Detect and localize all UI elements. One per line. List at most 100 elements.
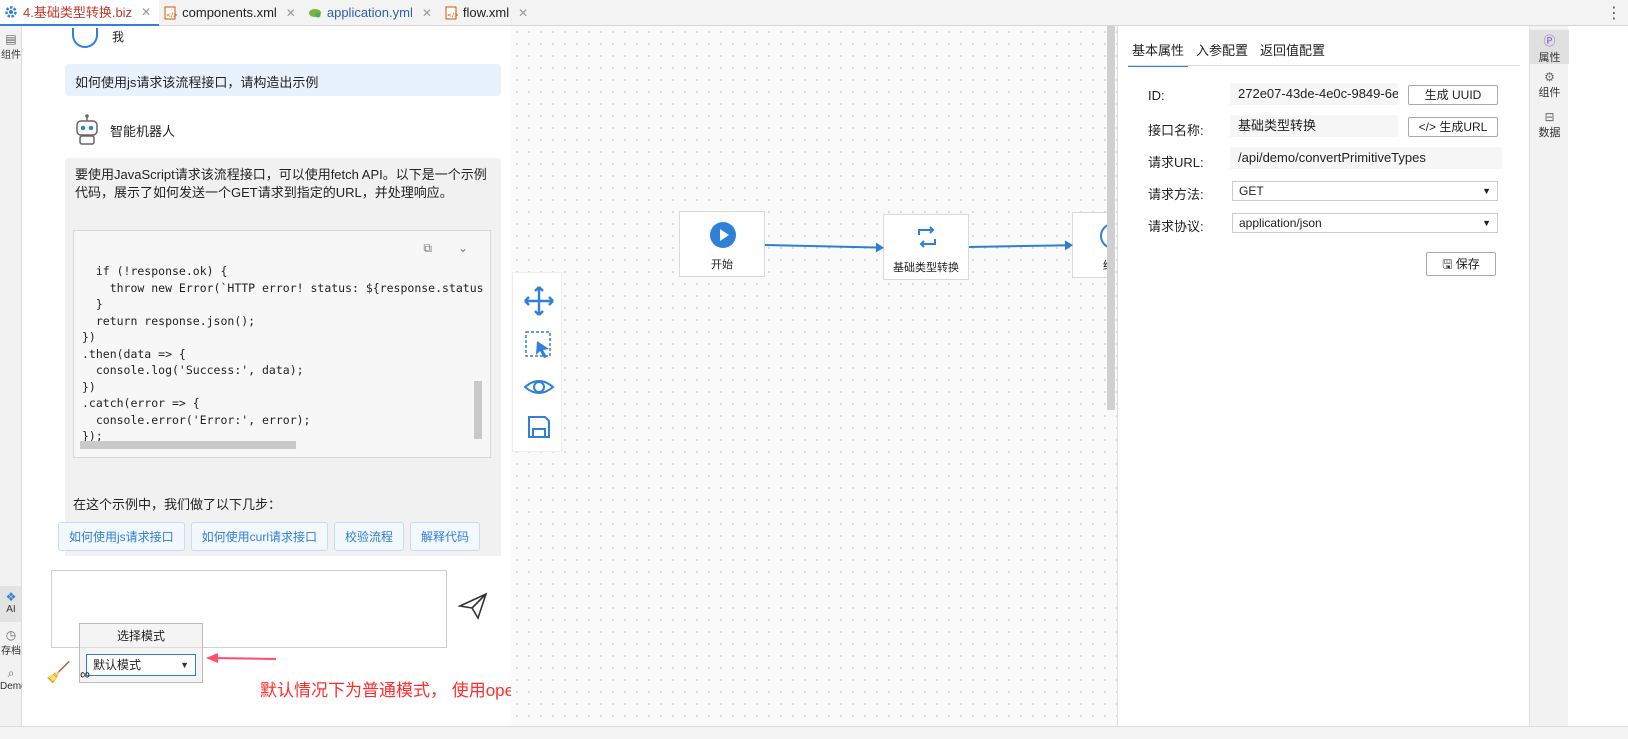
clear-chat-icon[interactable]: 🧹 bbox=[46, 660, 71, 685]
xml-file-icon: </> bbox=[163, 6, 178, 20]
bot-header: 智能机器人 bbox=[72, 114, 175, 146]
close-icon[interactable]: ✕ bbox=[286, 6, 296, 20]
components-icon: ⚙ bbox=[1544, 70, 1555, 84]
chevron-down-icon[interactable]: ⌄ bbox=[458, 239, 468, 257]
node-label: 基础类型转换 bbox=[893, 262, 959, 274]
sidebar-item-label: 组件 bbox=[1538, 87, 1561, 99]
close-icon[interactable]: ✕ bbox=[141, 5, 151, 19]
generate-url-label: 生成URL bbox=[1439, 120, 1488, 134]
ai-chat-panel: 我 如何使用js请求该流程接口，请构造出示例 智能机器人 要使用JavaScri… bbox=[22, 26, 530, 726]
flow-node-start[interactable]: 开始 bbox=[679, 211, 765, 277]
send-icon[interactable] bbox=[457, 592, 488, 627]
eye-icon[interactable] bbox=[523, 371, 555, 403]
tab-flow-xml[interactable]: </> flow.xml ✕ bbox=[440, 0, 536, 26]
sidebar-item-label: AI bbox=[6, 604, 16, 615]
close-icon[interactable]: ✕ bbox=[518, 6, 528, 20]
mode-select-value: 默认模式 bbox=[93, 658, 142, 672]
suggestion-validate[interactable]: 校验流程 bbox=[334, 522, 405, 551]
canvas-toolbar bbox=[512, 272, 562, 452]
sidebar-item-ai[interactable]: ❖ AI bbox=[0, 586, 22, 622]
svg-text:</>: </> bbox=[166, 12, 177, 19]
yml-file-icon bbox=[308, 6, 322, 20]
close-icon[interactable]: ✕ bbox=[422, 6, 432, 20]
tab-input-config[interactable]: 入参配置 bbox=[1192, 40, 1252, 67]
protocol-value: application/json bbox=[1239, 216, 1322, 230]
generate-uuid-button[interactable]: 生成 UUID bbox=[1408, 85, 1498, 105]
id-field[interactable]: 272e07-43de-4e0c-9849-6e bbox=[1230, 83, 1398, 105]
canvas-scrollbar[interactable] bbox=[1107, 26, 1115, 410]
method-select[interactable]: GET ▼ bbox=[1232, 181, 1498, 201]
tab-label: 4.基础类型转换.biz bbox=[23, 5, 133, 20]
save-button[interactable]: 🖫 保存 bbox=[1426, 252, 1496, 276]
more-options-icon[interactable]: ⋮ bbox=[1606, 3, 1622, 23]
method-value: GET bbox=[1239, 184, 1264, 198]
code-vertical-scrollbar[interactable] bbox=[474, 381, 482, 439]
url-label: 请求URL: bbox=[1148, 155, 1204, 170]
sidebar-item-demo[interactable]: ⌕ Demo bbox=[0, 666, 27, 692]
editor-tabbar: 4.基础类型转换.biz ✕ </> components.xml ✕ appl… bbox=[0, 0, 1628, 26]
protocol-label: 请求协议: bbox=[1148, 219, 1204, 234]
right-sidebar: Ⓟ 属性 ⚙ 组件 ⊟ 数据 bbox=[1529, 26, 1569, 726]
sidebar-item-data[interactable]: ⊟ 数据 bbox=[1530, 110, 1569, 140]
mode-popup-title: 选择模式 bbox=[80, 624, 202, 648]
suggestion-explain[interactable]: 解释代码 bbox=[410, 522, 481, 551]
user-avatar-icon bbox=[72, 28, 98, 48]
flow-node-end[interactable]: 结 bbox=[1072, 212, 1112, 278]
tab-label: components.xml bbox=[182, 5, 277, 20]
select-area-icon[interactable] bbox=[523, 329, 555, 361]
protocol-select[interactable]: application/json ▼ bbox=[1232, 213, 1498, 233]
method-label: 请求方法: bbox=[1148, 187, 1204, 202]
tab-basic[interactable]: 基本属性 bbox=[1128, 40, 1189, 67]
floppy-icon: 🖫 bbox=[1442, 257, 1453, 271]
code-text: if (!response.ok) { throw new Error(`HTT… bbox=[82, 264, 484, 443]
tab-biz[interactable]: 4.基础类型转换.biz ✕ bbox=[0, 0, 160, 26]
flow-node-convert[interactable]: 基础类型转换 bbox=[883, 214, 969, 280]
code-horizontal-scrollbar[interactable] bbox=[80, 441, 296, 449]
move-icon[interactable] bbox=[523, 285, 555, 317]
xml-file-icon: </> bbox=[444, 6, 459, 20]
bot-answer: 要使用JavaScript请求该流程接口，可以使用fetch API。以下是一个… bbox=[65, 158, 501, 556]
tab-components-xml[interactable]: </> components.xml ✕ bbox=[159, 0, 304, 26]
answer-tail: 在这个示例中，我们做了以下几步： bbox=[73, 497, 282, 512]
sidebar-item-label: 组件 bbox=[1, 50, 21, 61]
properties-tabs: 基本属性 入参配置 返回值配置 bbox=[1128, 40, 1329, 67]
code-block: ⧉ ⌄ if (!response.ok) { throw new Error(… bbox=[73, 230, 491, 458]
sidebar-item-label: 数据 bbox=[1538, 127, 1561, 139]
svg-text:</>: </> bbox=[447, 12, 458, 19]
flow-canvas[interactable] bbox=[511, 26, 1117, 726]
sidebar-item-components[interactable]: ⚙ 组件 bbox=[1530, 70, 1569, 100]
node-label: 开始 bbox=[711, 259, 733, 271]
answer-intro: 要使用JavaScript请求该流程接口，可以使用fetch API。以下是一个… bbox=[75, 167, 487, 200]
data-icon: ⊟ bbox=[1544, 110, 1555, 124]
name-label: 接口名称: bbox=[1148, 123, 1204, 138]
tab-return-config[interactable]: 返回值配置 bbox=[1256, 40, 1329, 67]
tab-label: application.yml bbox=[326, 5, 413, 20]
robot-icon bbox=[72, 114, 102, 146]
play-icon bbox=[710, 222, 736, 248]
sidebar-item-components[interactable]: ▤ 组件 bbox=[0, 32, 22, 61]
tab-application-yml[interactable]: application.yml ✕ bbox=[304, 0, 440, 26]
sidebar-item-archive[interactable]: ◷ 存档 bbox=[0, 628, 22, 657]
id-label: ID: bbox=[1148, 88, 1165, 103]
suggestion-curl[interactable]: 如何使用curl请求接口 bbox=[190, 522, 329, 551]
save-icon[interactable] bbox=[523, 411, 555, 443]
suggestion-list: 如何使用js请求接口 如何使用curl请求接口 校验流程 解释代码 bbox=[58, 522, 481, 551]
folder-icon: ▤ bbox=[5, 32, 17, 46]
mode-toggle-icon[interactable]: ∞ bbox=[80, 666, 90, 682]
url-field[interactable]: /api/demo/convertPrimitiveTypes bbox=[1230, 147, 1502, 169]
mode-select[interactable]: 默认模式 ▼ bbox=[86, 654, 196, 676]
user-name: 我 bbox=[112, 30, 125, 44]
sidebar-item-label: 存档 bbox=[1, 646, 21, 657]
name-field[interactable]: 基础类型转换 bbox=[1230, 115, 1398, 137]
dropdown-caret-icon: ▼ bbox=[1482, 218, 1491, 228]
suggestion-js[interactable]: 如何使用js请求接口 bbox=[58, 522, 185, 551]
generate-url-button[interactable]: </> 生成URL bbox=[1408, 117, 1498, 137]
tabs-divider bbox=[1128, 65, 1520, 66]
sidebar-item-attributes[interactable]: Ⓟ 属性 bbox=[1530, 30, 1569, 64]
copy-icon[interactable]: ⧉ bbox=[423, 239, 432, 257]
save-label: 保存 bbox=[1455, 257, 1480, 271]
ai-icon: ❖ bbox=[5, 590, 17, 604]
tab-label: flow.xml bbox=[462, 5, 510, 20]
code-icon: </> bbox=[1418, 120, 1436, 134]
chat-messages: 我 如何使用js请求该流程接口，请构造出示例 智能机器人 要使用JavaScri… bbox=[40, 26, 526, 556]
